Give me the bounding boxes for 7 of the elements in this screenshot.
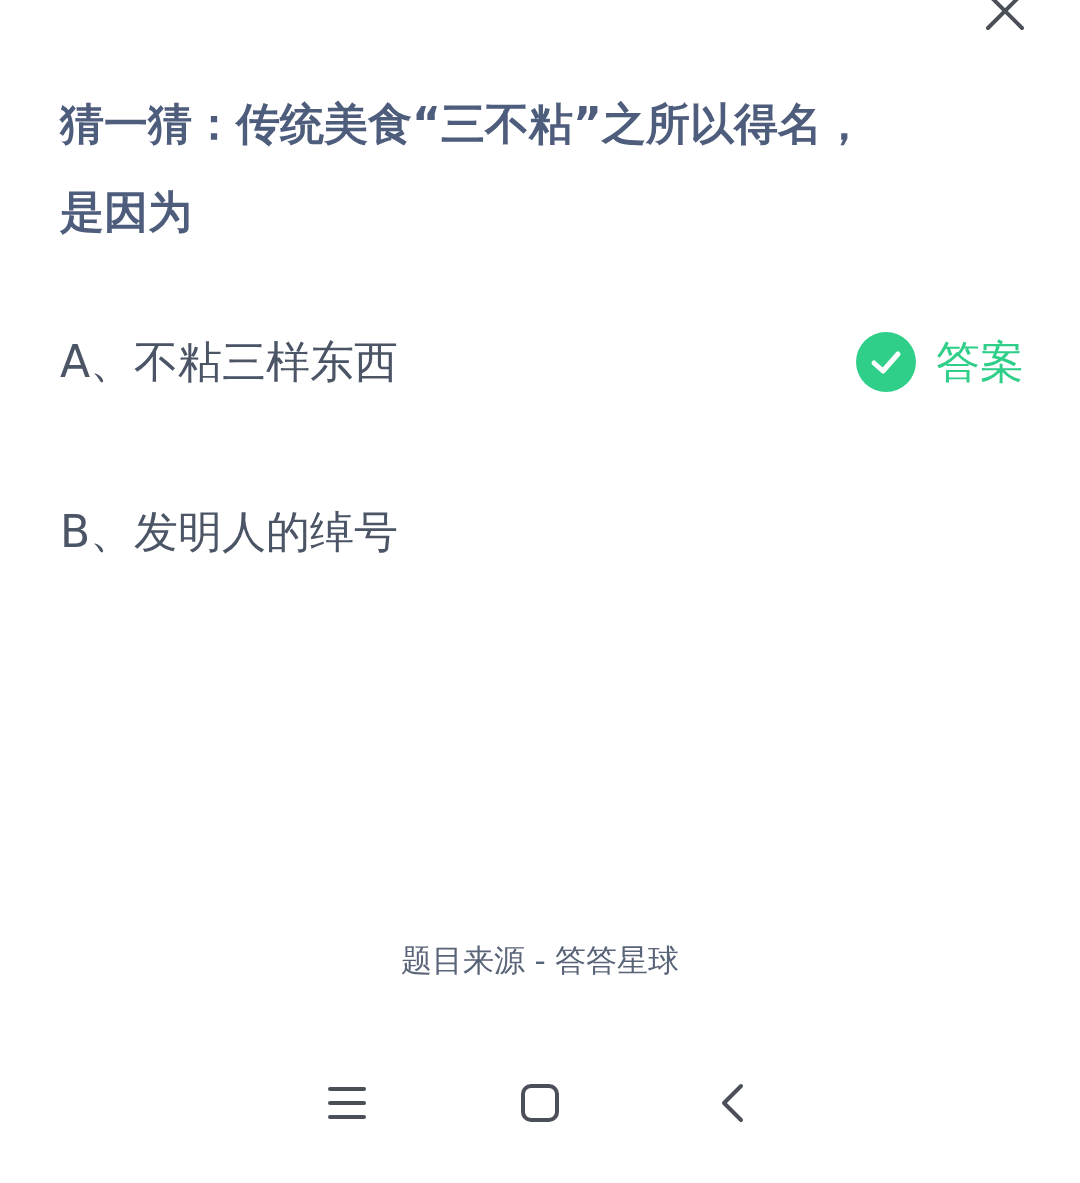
- answer-option[interactable]: A、不粘三样东西: [60, 329, 399, 395]
- answer-label: 答案: [936, 335, 1024, 389]
- source-caption: 题目来源 - 答答星球: [400, 940, 680, 980]
- question-title: 猜一猜：传统美食“三不粘”之所以得名，是因为: [60, 97, 867, 239]
- home-button[interactable]: [520, 1083, 560, 1123]
- check-icon: [856, 332, 916, 392]
- answer-option[interactable]: B、发明人的绰号: [60, 499, 399, 565]
